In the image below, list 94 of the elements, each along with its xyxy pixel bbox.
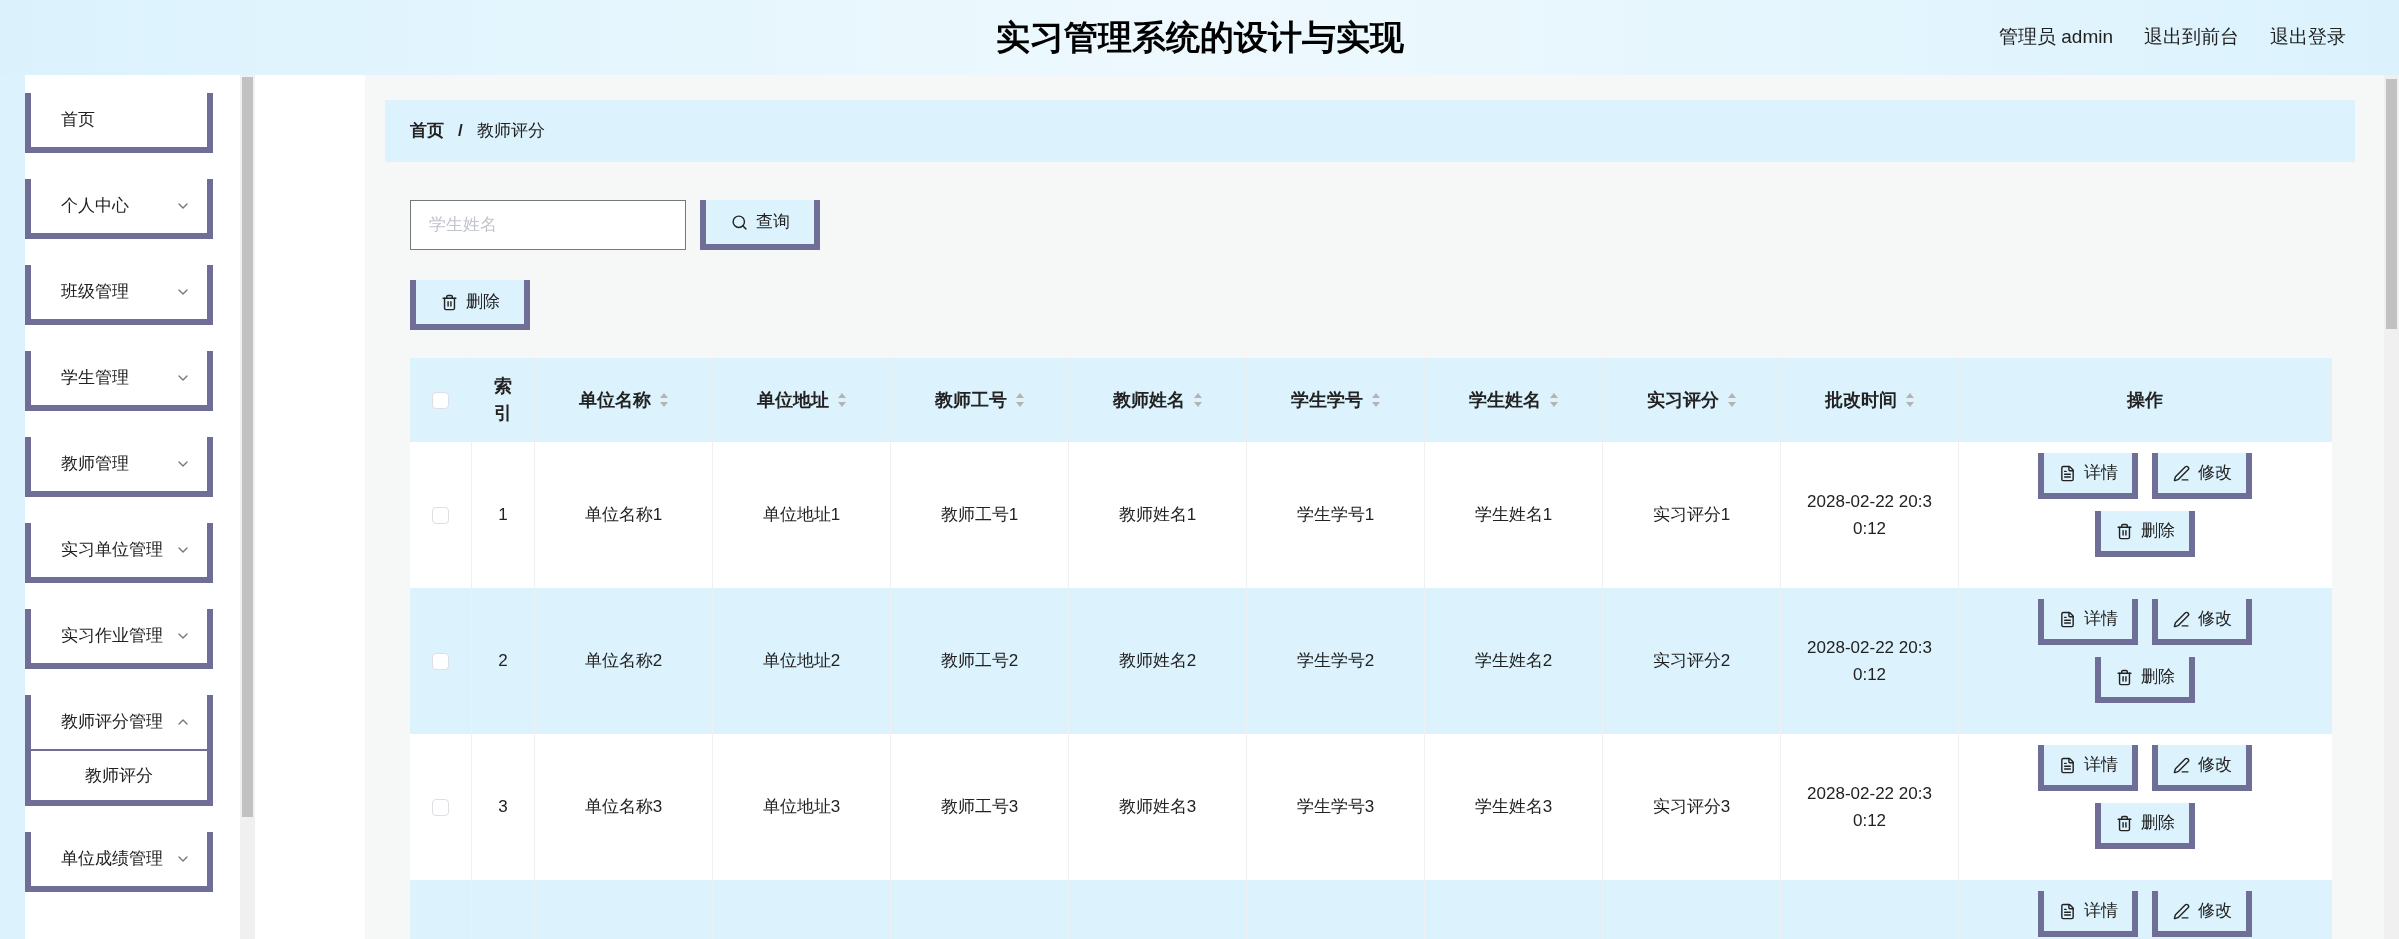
table-cell-text: 单位名称3 — [584, 796, 663, 819]
trash-icon — [2115, 814, 2133, 832]
table-cell-text: 学生姓名3 — [1474, 796, 1553, 819]
checkbox[interactable] — [432, 391, 449, 409]
column-header[interactable]: 教师姓名 — [1112, 386, 1185, 414]
sort-icon[interactable] — [1904, 392, 1915, 408]
delete-button[interactable]: 删除 — [2095, 657, 2195, 703]
delete-button[interactable]: 删除 — [2095, 511, 2195, 557]
table-cell-text: 教师工号1 — [940, 504, 1019, 527]
breadcrumb-link[interactable]: 首页 — [410, 118, 444, 144]
search-icon — [730, 213, 748, 231]
sort-icon[interactable] — [1548, 392, 1559, 408]
menu-item[interactable]: 教师管理 — [25, 437, 213, 497]
trash-icon — [440, 293, 458, 311]
table-cell-text: 实习评分2 — [1652, 650, 1731, 673]
delete-button[interactable]: 删除 — [410, 280, 530, 330]
detail-button[interactable]: 详情 — [2038, 599, 2138, 645]
edit-button[interactable]: 修改 — [2152, 453, 2252, 499]
table-cell-text: 教师姓名1 — [1118, 504, 1197, 527]
header-link[interactable]: 退出登录 — [2270, 23, 2346, 52]
table-cell-text: 1 — [498, 504, 508, 527]
menu-item[interactable]: 首页 — [25, 93, 213, 153]
table-cell-text: 教师姓名2 — [1118, 650, 1197, 673]
table-cell-text: 2028-02-22 20:30:12 — [1806, 782, 1933, 832]
sort-icon[interactable] — [836, 392, 847, 408]
pen-icon — [2172, 464, 2190, 482]
column-header: 索引 — [493, 375, 513, 425]
breadcrumb-separator: / — [458, 120, 463, 143]
checkbox[interactable] — [432, 798, 449, 816]
document-icon — [2058, 756, 2076, 774]
system-title: 实习管理系统的设计与实现 — [995, 17, 1404, 58]
search-field[interactable]: 学生姓名 — [410, 200, 686, 250]
table-cell-text: 学生学号1 — [1296, 504, 1375, 527]
document-icon — [2058, 464, 2076, 482]
table-cell-text: 教师工号3 — [940, 796, 1019, 819]
menu-item[interactable]: 个人中心 — [25, 179, 213, 239]
table-cell-text: 教师姓名3 — [1118, 796, 1197, 819]
trash-icon — [2115, 668, 2133, 686]
table-cell-text: 2028-02-22 20:30:12 — [1806, 636, 1933, 686]
document-icon — [2058, 902, 2076, 920]
column-header[interactable]: 批改时间 — [1824, 386, 1897, 414]
sidebar-scrollbar[interactable] — [240, 75, 255, 939]
table-cell-text: 单位名称2 — [584, 650, 663, 673]
table-cell-text: 单位地址3 — [762, 796, 841, 819]
delete-button[interactable]: 删除 — [2095, 803, 2195, 849]
header-link[interactable]: 退出到前台 — [2144, 23, 2239, 52]
table-cell-text: 教师工号2 — [940, 650, 1019, 673]
table-cell-text: 单位名称1 — [584, 504, 663, 527]
detail-button[interactable]: 详情 — [2038, 453, 2138, 499]
column-header[interactable]: 单位名称 — [578, 386, 651, 414]
search-button[interactable]: 查询 — [700, 200, 820, 250]
table-cell-text: 实习评分1 — [1652, 504, 1731, 527]
sort-icon[interactable] — [658, 392, 669, 408]
sort-icon[interactable] — [1014, 392, 1025, 408]
sort-icon[interactable] — [1726, 392, 1737, 408]
detail-button[interactable]: 详情 — [2038, 745, 2138, 791]
menu-item[interactable]: 班级管理 — [25, 265, 213, 325]
menu-item[interactable]: 实习单位管理 — [25, 523, 213, 583]
table-cell-text: 学生学号3 — [1296, 796, 1375, 819]
trash-icon — [2115, 522, 2133, 540]
detail-button[interactable]: 详情 — [2038, 891, 2138, 937]
menu-item[interactable]: 单位成绩管理 — [25, 832, 213, 892]
table-cell-text: 3 — [498, 796, 508, 819]
column-header[interactable]: 单位地址 — [756, 386, 829, 414]
edit-button[interactable]: 修改 — [2152, 745, 2252, 791]
menu-item[interactable]: 学生管理 — [25, 351, 213, 411]
column-header[interactable]: 学生姓名 — [1468, 386, 1541, 414]
user-label: 管理员 admin — [1998, 25, 2113, 50]
menu-item[interactable]: 实习作业管理 — [25, 609, 213, 669]
document-icon — [2058, 610, 2076, 628]
page-scrollbar[interactable] — [2384, 75, 2399, 939]
table-cell-text: 单位地址1 — [762, 504, 841, 527]
table-cell-text: 学生学号2 — [1296, 650, 1375, 673]
table-cell-text: 实习评分3 — [1652, 796, 1731, 819]
submenu-item[interactable]: 教师评分 — [25, 751, 213, 806]
column-header: 操作 — [2126, 388, 2163, 412]
sort-icon[interactable] — [1370, 392, 1381, 408]
edit-button[interactable]: 修改 — [2152, 891, 2252, 937]
breadcrumb-link[interactable]: 教师评分 — [476, 118, 545, 144]
pen-icon — [2172, 902, 2190, 920]
checkbox[interactable] — [432, 652, 449, 670]
table-cell-text: 学生姓名2 — [1474, 650, 1553, 673]
table-cell-text: 学生姓名1 — [1474, 504, 1553, 527]
column-header[interactable]: 教师工号 — [934, 386, 1007, 414]
checkbox[interactable] — [432, 506, 449, 524]
column-header[interactable]: 实习评分 — [1646, 386, 1719, 414]
table-cell-text: 2028-02-22 20:30:12 — [1806, 490, 1933, 540]
sort-icon[interactable] — [1192, 392, 1203, 408]
column-header[interactable]: 学生学号 — [1290, 386, 1363, 414]
table-cell-text: 单位地址2 — [762, 650, 841, 673]
pen-icon — [2172, 610, 2190, 628]
edit-button[interactable]: 修改 — [2152, 599, 2252, 645]
pen-icon — [2172, 756, 2190, 774]
table-cell-text: 2 — [498, 650, 508, 673]
